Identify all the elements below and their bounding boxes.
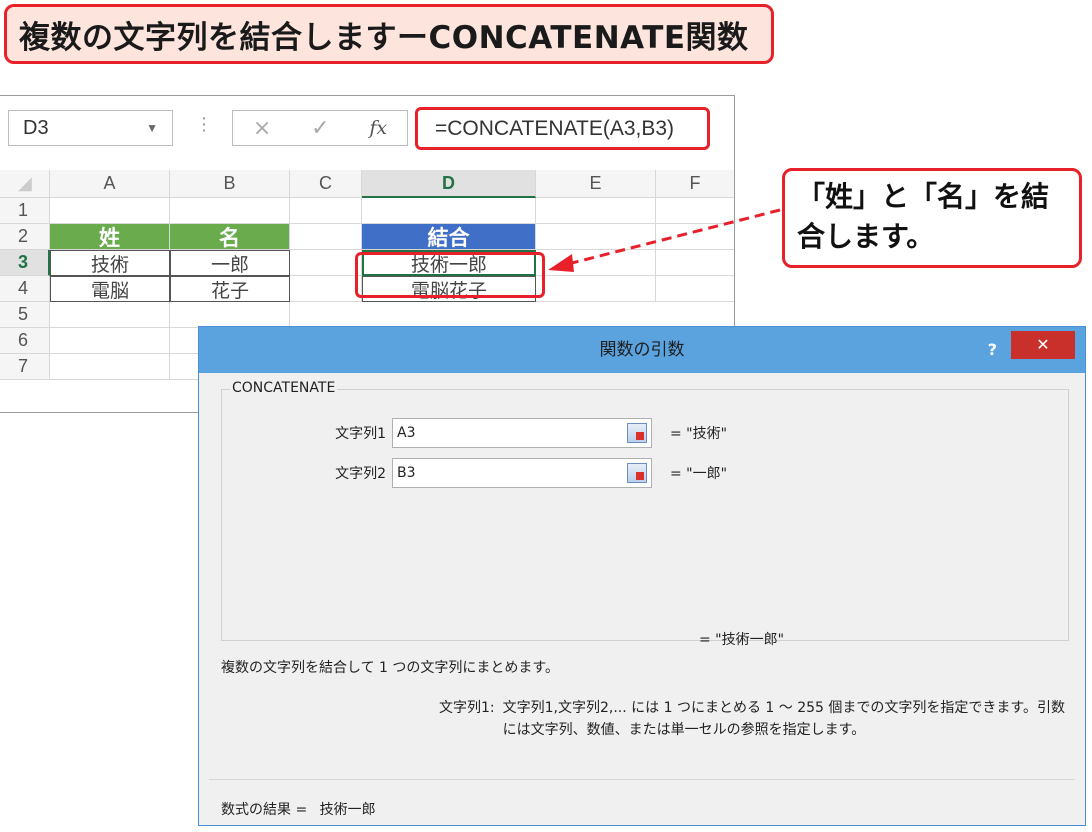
callout-note: 「姓」と「名」を結合します。 <box>782 168 1082 268</box>
callout-dashed-line <box>567 208 781 266</box>
function-name: CONCATENATE <box>230 380 338 396</box>
argument-value: B3 <box>397 465 416 481</box>
arrow-head-icon <box>548 254 574 272</box>
collapse-dialog-icon[interactable] <box>627 463 647 483</box>
dialog-title: 関数の引数 <box>599 340 685 360</box>
argument-description-key: 文字列1: <box>439 700 495 716</box>
function-arguments-dialog: 関数の引数 ? ✕ CONCATENATE 文字列1 A3 = "技術" 文字列… <box>198 326 1086 826</box>
function-description: 複数の文字列を結合して 1 つの文字列にまとめます。 <box>221 660 559 676</box>
argument-row: 文字列1 A3 = "技術" <box>222 418 727 448</box>
dialog-title-bar: 関数の引数 ? ✕ <box>199 327 1085 373</box>
argument-label: 文字列2 <box>335 466 386 482</box>
argument-result: = "技術" <box>670 426 728 442</box>
formula-result: 数式の結果 = 技術一郎 <box>221 799 376 819</box>
function-result: = "技術一郎" <box>699 632 785 648</box>
formula-result-label: 数式の結果 = <box>221 802 308 818</box>
argument-description-text: 文字列1,文字列2,... には 1 つにまとめる 1 ～ 255 個までの文字… <box>502 700 1065 738</box>
argument-result: = "一郎" <box>670 466 728 482</box>
argument-input-2[interactable]: B3 <box>392 458 652 488</box>
argument-description: 文字列1: 文字列1,文字列2,... には 1 つにまとめる 1 ～ 255 … <box>439 697 1069 741</box>
collapse-dialog-icon[interactable] <box>627 423 647 443</box>
argument-value: A3 <box>397 425 416 441</box>
argument-label: 文字列1 <box>335 426 386 442</box>
arguments-group: CONCATENATE 文字列1 A3 = "技術" 文字列2 B3 = "一郎… <box>221 380 1069 641</box>
close-button[interactable]: ✕ <box>1011 331 1075 359</box>
divider <box>209 779 1075 780</box>
argument-input-1[interactable]: A3 <box>392 418 652 448</box>
help-icon[interactable]: ? <box>988 327 997 373</box>
argument-row: 文字列2 B3 = "一郎" <box>222 458 727 488</box>
formula-result-value: 技術一郎 <box>319 802 376 818</box>
